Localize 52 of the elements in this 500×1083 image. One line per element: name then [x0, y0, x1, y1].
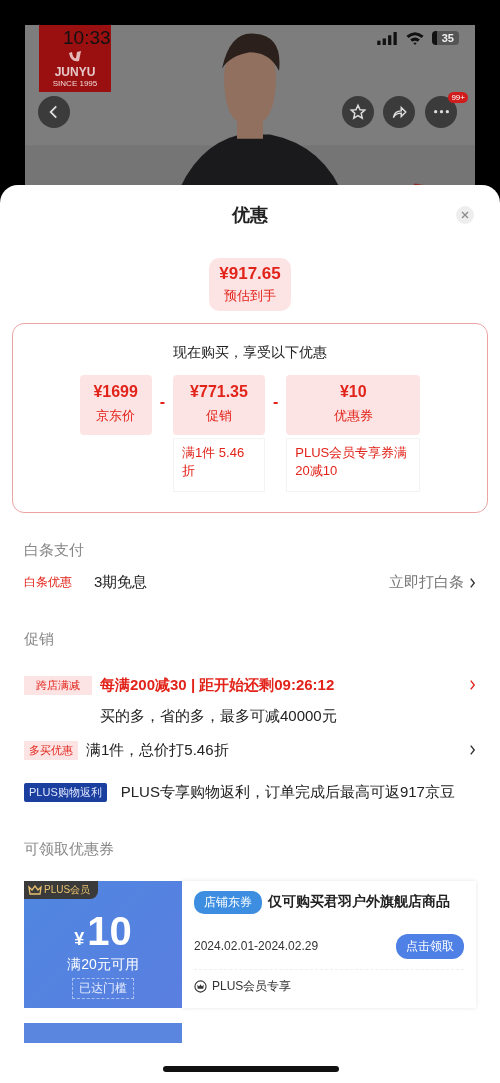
chevron-icon[interactable]: [469, 743, 476, 756]
wifi-icon: [404, 31, 425, 45]
promo-tag: 白条优惠: [24, 574, 94, 591]
promo-title: 满1件，总价打5.46折: [86, 739, 230, 759]
component-note: PLUS会员专享券满20减10: [286, 438, 421, 492]
baitiao-link[interactable]: 立即打白条: [389, 573, 476, 592]
component-label: 优惠券: [333, 407, 373, 425]
crown-icon: [28, 884, 42, 895]
more-icon: [433, 110, 449, 114]
threshold-tag: 已达门槛: [72, 977, 134, 999]
crown-icon: [194, 979, 207, 993]
component-amount: ¥771.35: [190, 383, 248, 401]
installment-text: 3期免息: [94, 573, 149, 592]
component-amount: ¥10: [339, 383, 367, 401]
section-heading: 可领取优惠券: [24, 839, 115, 859]
promo-title: PLUS专享购物返利，订单完成后最高可返917京豆: [120, 781, 456, 801]
chevron-icon: [469, 576, 476, 589]
minus-sign: -: [273, 393, 279, 411]
minus-sign: -: [159, 393, 165, 411]
promo-title: 每满200减30 | 距开始还剩09:26:12: [100, 675, 336, 695]
coupon-scope: 仅可购买君羽户外旗舰店商品: [268, 893, 450, 911]
section-heading: 白条支付: [24, 541, 85, 560]
estimated-price: ¥917.65: [219, 264, 281, 284]
promo-detail: 买的多，省的多，最多可减40000元: [100, 706, 338, 726]
close-icon: [460, 210, 470, 220]
validity-dates: 2024.02.01-2024.02.29: [194, 939, 319, 953]
section-heading: 促销: [24, 630, 55, 649]
coupon-amount: 10: [87, 908, 132, 954]
claim-button[interactable]: 点击领取: [396, 933, 464, 959]
status-time: 10:33: [63, 27, 111, 49]
plus-badge: PLUS会员: [24, 880, 99, 899]
estimated-label: 预估到手: [224, 287, 276, 305]
breakdown-heading: 现在购买，享受以下优惠: [173, 344, 327, 362]
member-note: PLUS会员专享: [212, 977, 292, 995]
coupon-type-tag: 店铺东券: [194, 890, 262, 914]
promo-tag: 跨店满减: [24, 676, 92, 695]
coupon-condition: 满20元可用: [67, 955, 139, 974]
promo-tag: PLUS购物返利: [24, 782, 107, 802]
component-amount: ¥1699: [93, 383, 138, 401]
sheet-title: 优惠: [232, 204, 268, 227]
promo-tag: 多买优惠: [24, 740, 78, 760]
signal-icon: [375, 31, 398, 45]
close-button[interactable]: [456, 206, 474, 224]
currency-sign: ¥: [74, 928, 85, 950]
logo-text: JUNYU: [54, 65, 96, 79]
notification-badge: 99+: [448, 92, 468, 103]
component-note: 满1件 5.46折: [173, 438, 265, 492]
battery-indicator: 35: [431, 31, 459, 45]
star-icon: [349, 103, 367, 121]
component-label: 促销: [206, 407, 232, 425]
component-label: 京东价: [96, 407, 136, 425]
logo-tagline: SINCE 1995: [52, 79, 98, 88]
